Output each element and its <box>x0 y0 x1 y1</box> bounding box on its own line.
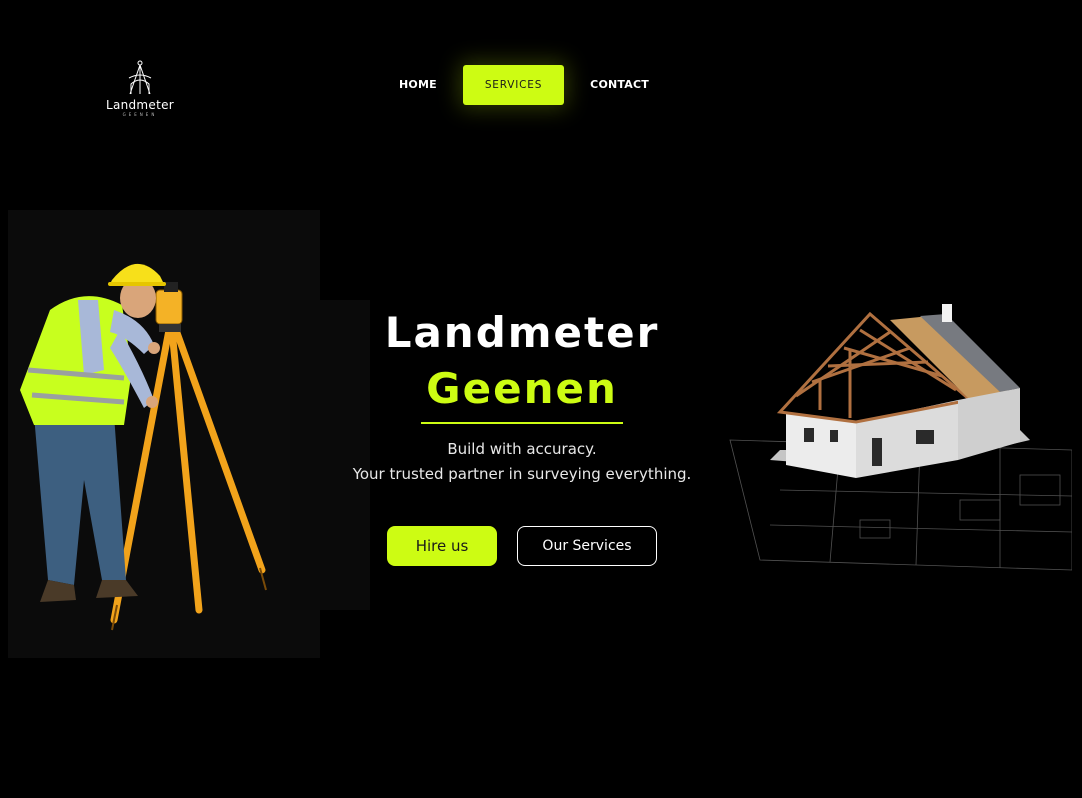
nav-services[interactable]: SERVICES <box>462 65 565 105</box>
site-logo[interactable]: Landmeter GEENEN <box>100 58 180 118</box>
logo-wordmark: Landmeter <box>105 98 175 112</box>
house-construction-image <box>729 304 1072 571</box>
main-nav: HOME SERVICES CONTACT <box>383 65 665 105</box>
hire-us-button[interactable]: Hire us <box>387 526 497 566</box>
nav-home[interactable]: HOME <box>383 65 453 105</box>
nav-contact[interactable]: CONTACT <box>574 65 665 105</box>
compass-logo-icon <box>128 60 152 95</box>
hero-tagline-line-2: Your trusted partner in surveying everyt… <box>352 465 692 483</box>
our-services-button[interactable]: Our Services <box>517 526 657 566</box>
hero-title: Landmeter <box>384 308 660 357</box>
logo-subtitle: GEENEN <box>122 112 158 117</box>
hero-accent-title: Geenen <box>426 364 618 413</box>
accent-underline <box>421 422 623 424</box>
hero-tagline-line-1: Build with accuracy. <box>447 440 597 458</box>
surveyor-image <box>20 263 267 631</box>
